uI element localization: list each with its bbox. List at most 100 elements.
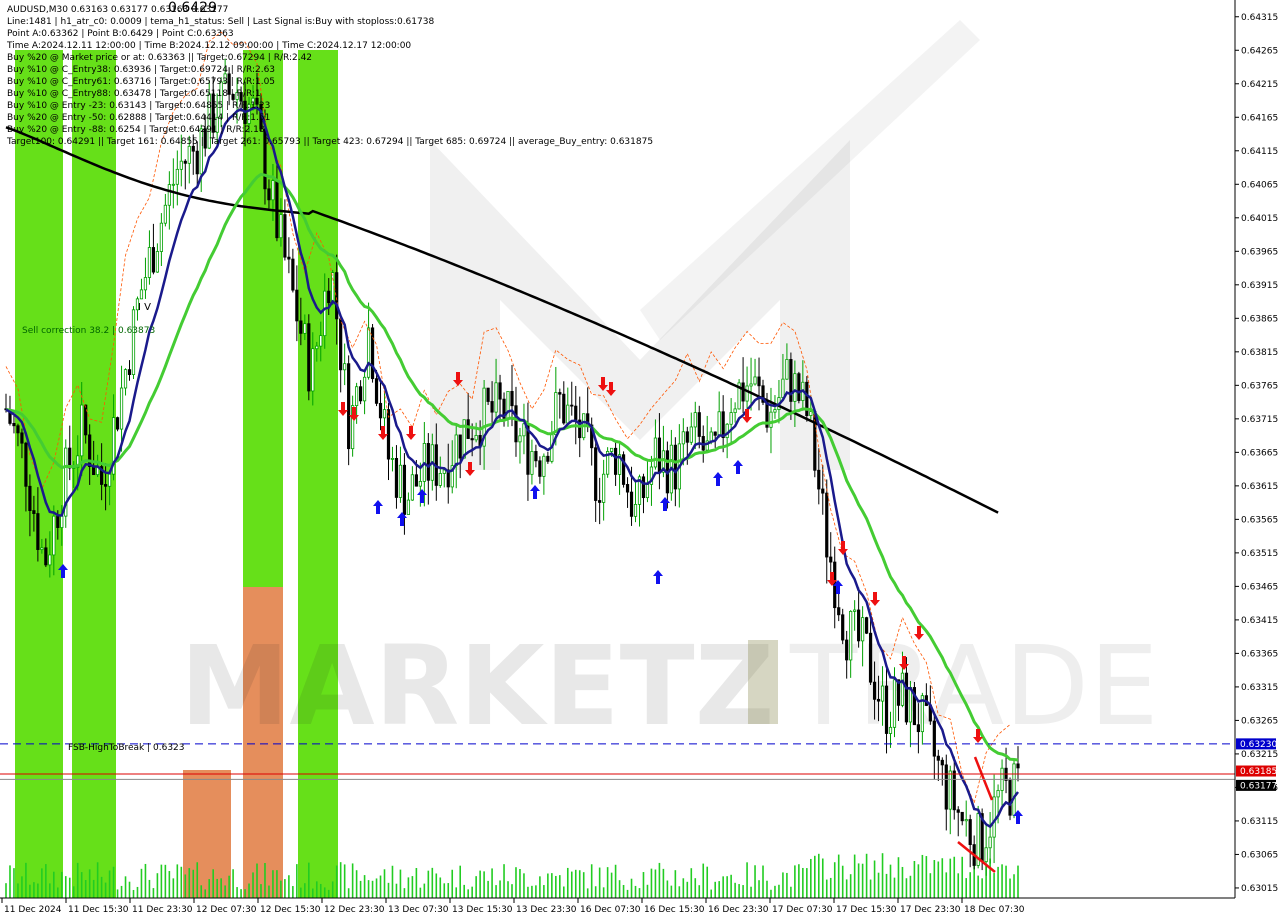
candle-body <box>876 698 881 702</box>
candle-body <box>546 455 550 462</box>
price-tag-red: 0.63185 <box>1236 765 1277 777</box>
candle-body <box>797 373 801 401</box>
candle-body <box>729 412 733 425</box>
candle-body <box>685 431 689 443</box>
candle-body <box>558 392 562 395</box>
candle-body <box>470 438 474 441</box>
candle-body <box>892 679 897 728</box>
candle-body <box>872 681 877 700</box>
candle-body <box>745 385 749 402</box>
info-line-7: Buy %10 @ C_Entry61: 0.63716 | Target:0.… <box>7 77 276 87</box>
y-tick-label: 0.63815 <box>1241 348 1278 358</box>
candle-body <box>163 204 167 224</box>
x-tick-label: 18 Dec 07:30 <box>964 905 1025 915</box>
y-tick-label: 0.63015 <box>1241 884 1278 894</box>
candle-body <box>56 515 60 528</box>
y-tick-label: 0.63265 <box>1241 716 1278 726</box>
candle-body <box>510 391 514 407</box>
candle-body <box>426 443 430 481</box>
candle-body <box>44 547 48 566</box>
iv-label: I V <box>138 302 151 313</box>
candle-body <box>327 290 331 304</box>
x-tick-label: 13 Dec 15:30 <box>452 905 513 915</box>
candle-body <box>857 609 861 642</box>
candle-body <box>40 547 44 550</box>
candle-body <box>693 412 697 428</box>
candle-body <box>115 417 120 430</box>
candle-body <box>402 464 407 515</box>
candle-body <box>932 720 936 757</box>
info-line-1: AUDUSD,M30 0.63163 0.63177 0.63163 0.631… <box>7 5 229 15</box>
candle-body <box>641 476 646 499</box>
candle-body <box>331 272 335 304</box>
x-tick-label: 17 Dec 07:30 <box>772 905 833 915</box>
x-tick-label: 11 Dec 2024 <box>4 905 62 915</box>
candle-body <box>155 251 160 273</box>
candle-body <box>717 411 721 436</box>
candle-body <box>307 323 311 392</box>
candle-body <box>940 759 944 766</box>
candle-body <box>825 492 829 558</box>
candle-body <box>358 386 363 402</box>
candle-body <box>908 687 913 723</box>
candle-body <box>849 610 853 661</box>
y-tick-label: 0.63365 <box>1241 649 1278 659</box>
candle-body <box>394 458 399 498</box>
y-tick-label: 0.63765 <box>1241 381 1278 391</box>
orange-zone-1 <box>183 770 231 898</box>
candle-body <box>845 639 849 661</box>
y-tick-label: 0.64065 <box>1241 180 1278 190</box>
candle-body <box>530 451 534 475</box>
candle-body <box>657 437 662 473</box>
candle-body <box>398 464 403 498</box>
x-tick-label: 12 Dec 15:30 <box>260 905 321 915</box>
green-zone-1 <box>15 50 63 898</box>
candle-body <box>179 160 183 170</box>
y-tick-label: 0.64265 <box>1241 46 1278 56</box>
svg-text:0.63185: 0.63185 <box>1240 767 1277 777</box>
candle-body <box>12 423 16 427</box>
candle-body <box>697 412 701 437</box>
info-line-5: Buy %20 @ Market price or at: 0.63363 ||… <box>7 53 313 63</box>
candle-body <box>725 423 729 439</box>
candle-body <box>370 327 375 380</box>
candle-body <box>143 277 148 291</box>
candle-body <box>28 485 32 512</box>
info-line-4: Time A:2024.12.11 12:00:00 | Time B:2024… <box>7 41 412 51</box>
x-tick-label: 12 Dec 07:30 <box>196 905 257 915</box>
watermark-text-1: MARKETZ <box>180 622 774 750</box>
candle-body <box>267 188 271 201</box>
candle-body <box>299 320 303 334</box>
candle-body <box>554 392 558 436</box>
sell-correction-label: Sell correction 38.2 | 0.63873 <box>22 326 155 336</box>
candle-body <box>709 431 713 442</box>
candle-body <box>733 408 737 414</box>
candle-body <box>868 632 873 683</box>
candle-body <box>861 617 865 642</box>
candle-body <box>645 484 650 499</box>
candle-body <box>518 435 522 443</box>
candle-body <box>916 724 920 733</box>
candle-body <box>187 145 191 164</box>
y-tick-label: 0.63515 <box>1241 549 1278 559</box>
candle-body <box>279 214 283 239</box>
candle-body <box>817 469 821 490</box>
candle-body <box>1008 780 1012 816</box>
candle-body <box>534 451 538 462</box>
candle-body <box>602 473 606 503</box>
candle-body <box>52 515 56 556</box>
candle-body <box>339 318 343 371</box>
candle-body <box>566 404 570 424</box>
candle-body <box>107 473 112 487</box>
candle-body <box>936 755 940 761</box>
svg-text:0.63230: 0.63230 <box>1240 740 1277 750</box>
y-tick-label: 0.64115 <box>1241 147 1278 157</box>
candle-body <box>562 393 566 424</box>
candle-body <box>749 383 753 387</box>
candle-body <box>1016 763 1020 769</box>
candle-body <box>24 442 28 487</box>
candle-body <box>673 444 677 490</box>
candle-body <box>139 289 144 300</box>
candle-body <box>625 484 630 493</box>
candle-body <box>131 309 136 375</box>
